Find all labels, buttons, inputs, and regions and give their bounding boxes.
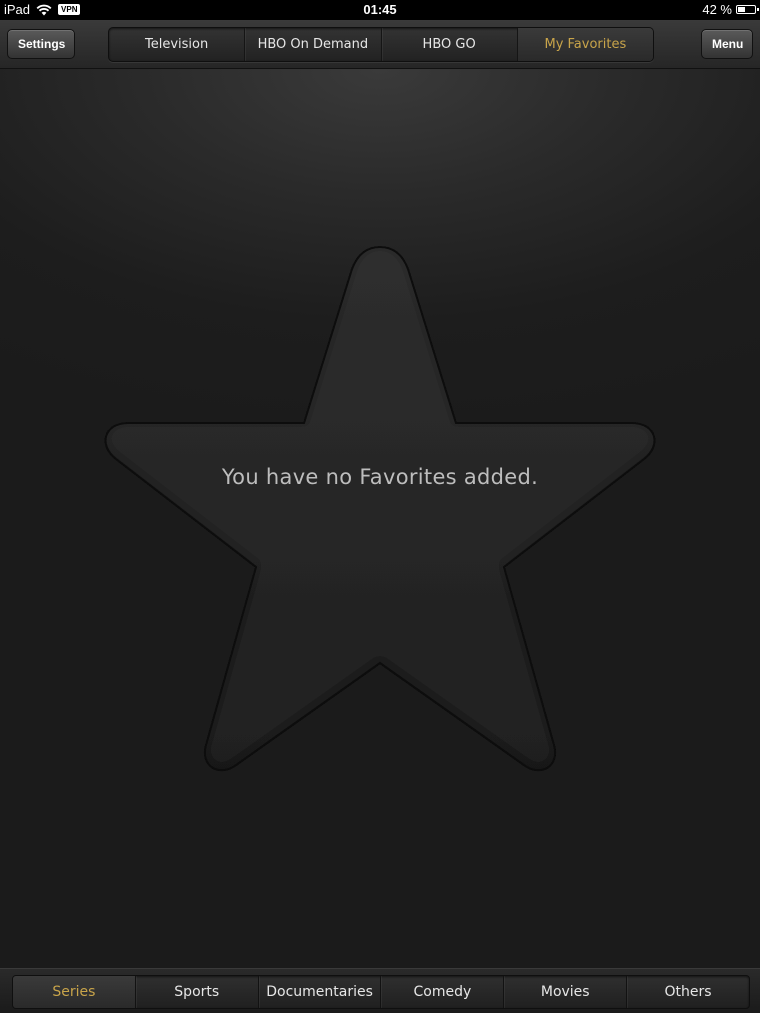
star-shape [104, 245, 656, 772]
tab-my-favorites[interactable]: My Favorites [517, 28, 653, 61]
empty-state-message: You have no Favorites added. [221, 465, 539, 489]
status-time: 01:45 [363, 2, 397, 17]
category-movies[interactable]: Movies [504, 976, 628, 1008]
star-icon [104, 245, 656, 772]
ipad-screen: iPad VPN 01:45 42 % Settings Television … [0, 0, 760, 1013]
battery-icon [736, 5, 759, 14]
battery-percent: 42 % [702, 2, 732, 17]
battery-fill [738, 7, 745, 12]
menu-button[interactable]: Menu [701, 29, 753, 59]
tab-television[interactable]: Television [109, 28, 246, 61]
category-tabs: Series Sports Documentaries Comedy Movie… [12, 975, 750, 1009]
top-nav-bar: Settings Television HBO On Demand HBO GO… [0, 20, 760, 69]
category-sports[interactable]: Sports [136, 976, 259, 1008]
tab-hbo-go[interactable]: HBO GO [382, 28, 518, 61]
battery-nub [757, 8, 759, 11]
category-series[interactable]: Series [13, 976, 136, 1008]
category-others[interactable]: Others [627, 976, 749, 1008]
main-tabs: Television HBO On Demand HBO GO My Favor… [108, 27, 654, 62]
category-bar: Series Sports Documentaries Comedy Movie… [0, 968, 760, 1013]
favorites-content: You have no Favorites added. [0, 69, 760, 968]
category-comedy[interactable]: Comedy [381, 976, 505, 1008]
category-documentaries[interactable]: Documentaries [259, 976, 382, 1008]
settings-button[interactable]: Settings [7, 29, 75, 59]
tab-hbo-on-demand[interactable]: HBO On Demand [245, 28, 382, 61]
status-bar: iPad VPN 01:45 42 % [0, 0, 760, 20]
status-right: 42 % [702, 2, 759, 17]
